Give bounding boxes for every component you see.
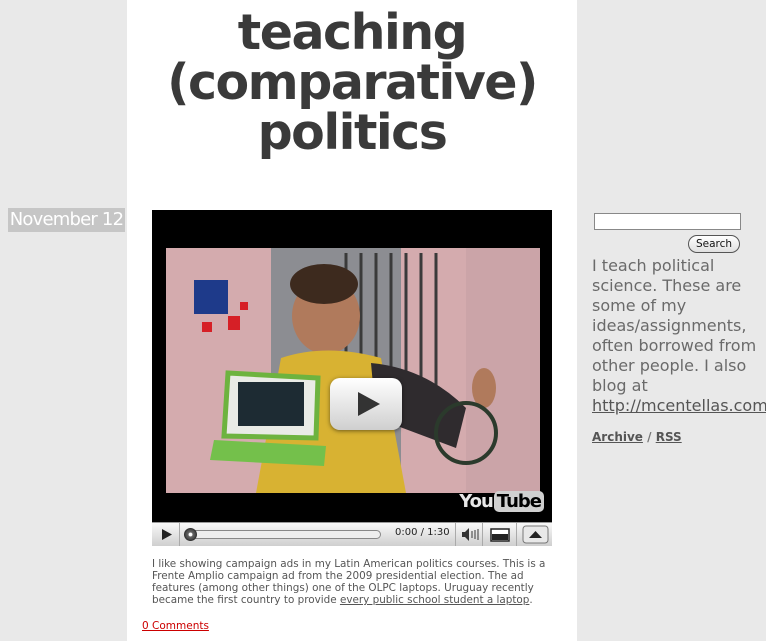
archive-link[interactable]: Archive [592,430,643,444]
search-button[interactable]: Search [688,235,740,253]
search-input[interactable] [594,213,741,230]
caret-up-icon [522,525,549,544]
external-blog-link[interactable]: http://mcentellas.com [592,396,766,415]
video-controls-bar: 0:00 / 1:30 [152,522,552,546]
post-date: November 12 [8,208,125,232]
post-body-end: . [529,594,533,606]
youtube-logo-you: You [459,491,494,512]
laptop-article-link[interactable]: every public school student a laptop [340,594,529,606]
size-toggle-button[interactable] [483,523,517,546]
volume-button[interactable] [455,523,483,546]
blog-title[interactable]: teaching (comparative) politics [127,8,577,158]
youtube-logo[interactable]: You Tube [459,491,544,512]
volume-icon [462,528,479,541]
video-thumbnail[interactable] [166,248,540,493]
post-body: I like showing campaign ads in my Latin … [152,558,556,606]
sidebar-links: Archive / RSS [592,430,682,444]
about-description: I teach political science. These are som… [592,256,757,395]
video-player[interactable]: You Tube 0:00 / 1:30 [152,210,552,546]
progress-handle[interactable] [184,528,197,541]
youtube-logo-tube: Tube [493,491,544,512]
play-button[interactable] [152,523,180,546]
play-icon [162,529,172,540]
time-display: 0:00 / 1:30 [395,527,450,538]
comments-link[interactable]: 0 Comments [142,620,209,632]
screen-size-icon [490,528,510,542]
about-text: I teach political science. These are som… [592,256,766,416]
play-icon [358,392,380,416]
menu-button[interactable] [519,523,552,546]
play-overlay-button[interactable] [330,378,402,430]
video-scene-image [166,248,540,493]
progress-slider[interactable] [184,528,381,541]
link-separator: / [647,430,652,444]
rss-link[interactable]: RSS [656,430,682,444]
